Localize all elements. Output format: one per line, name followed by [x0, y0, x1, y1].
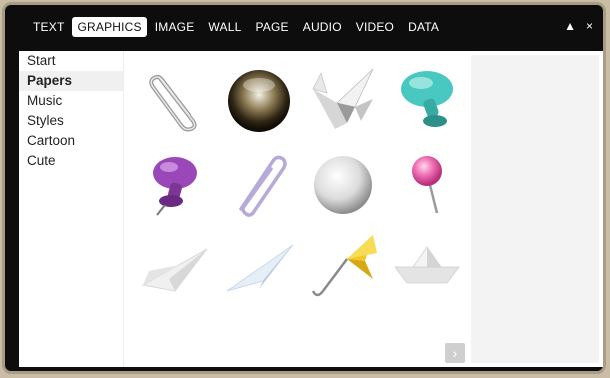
gallery-item[interactable] [217, 57, 301, 141]
content-area: Start Papers Music Styles Cartoon Cute › [19, 51, 603, 367]
paperclip-silver-icon [149, 75, 197, 132]
gallery-grid [133, 57, 469, 309]
tab-audio[interactable]: AUDIO [297, 17, 348, 37]
tab-graphics[interactable]: GRAPHICS [72, 17, 147, 37]
gallery-item[interactable] [133, 225, 217, 309]
gallery-item[interactable] [133, 57, 217, 141]
paper-plane-blue-icon [226, 244, 294, 292]
sidebar-item-papers[interactable]: Papers [19, 71, 123, 91]
close-icon[interactable]: × [586, 19, 593, 33]
gallery-item[interactable] [301, 225, 385, 309]
preview-panel [471, 55, 599, 363]
gallery-item[interactable] [385, 225, 469, 309]
globe-ball-icon [228, 70, 290, 132]
tab-page[interactable]: PAGE [249, 17, 294, 37]
gallery-item[interactable] [133, 141, 217, 225]
next-page-button[interactable]: › [445, 343, 465, 363]
tab-image[interactable]: IMAGE [149, 17, 201, 37]
category-sidebar: Start Papers Music Styles Cartoon Cute [19, 51, 124, 367]
gallery-item[interactable] [301, 57, 385, 141]
gallery-item[interactable] [301, 141, 385, 225]
tab-text[interactable]: TEXT [27, 17, 70, 37]
gallery-item[interactable] [385, 57, 469, 141]
sidebar-item-music[interactable]: Music [19, 91, 123, 111]
gallery-item[interactable] [217, 225, 301, 309]
teal-pushpin-icon [401, 71, 453, 127]
gallery-item[interactable] [217, 141, 301, 225]
top-bar: TEXT GRAPHICS IMAGE WALL PAGE AUDIO VIDE… [5, 5, 603, 49]
paperclip-lavender-icon [239, 155, 287, 217]
purple-pushpin-icon [153, 157, 197, 216]
tab-bar: TEXT GRAPHICS IMAGE WALL PAGE AUDIO VIDE… [27, 17, 445, 37]
paper-boat-icon [394, 246, 460, 284]
sidebar-item-cute[interactable]: Cute [19, 151, 123, 171]
sidebar-item-cartoon[interactable]: Cartoon [19, 131, 123, 151]
sidebar-item-styles[interactable]: Styles [19, 111, 123, 131]
yellow-umbrella-icon [311, 235, 377, 297]
graphics-window: TEXT GRAPHICS IMAGE WALL PAGE AUDIO VIDE… [5, 5, 603, 371]
tab-video[interactable]: VIDEO [350, 17, 400, 37]
tab-data[interactable]: DATA [402, 17, 445, 37]
window-controls: ▲ × [564, 19, 593, 33]
gallery-item[interactable] [385, 141, 469, 225]
graphics-gallery: › [125, 51, 469, 367]
sidebar-item-start[interactable]: Start [19, 51, 123, 71]
white-ball-icon [314, 156, 372, 214]
collapse-icon[interactable]: ▲ [564, 19, 576, 33]
paper-plane-white-icon [141, 248, 208, 292]
tab-wall[interactable]: WALL [202, 17, 247, 37]
origami-crane-icon [312, 68, 374, 129]
pink-pin-icon [412, 156, 442, 214]
